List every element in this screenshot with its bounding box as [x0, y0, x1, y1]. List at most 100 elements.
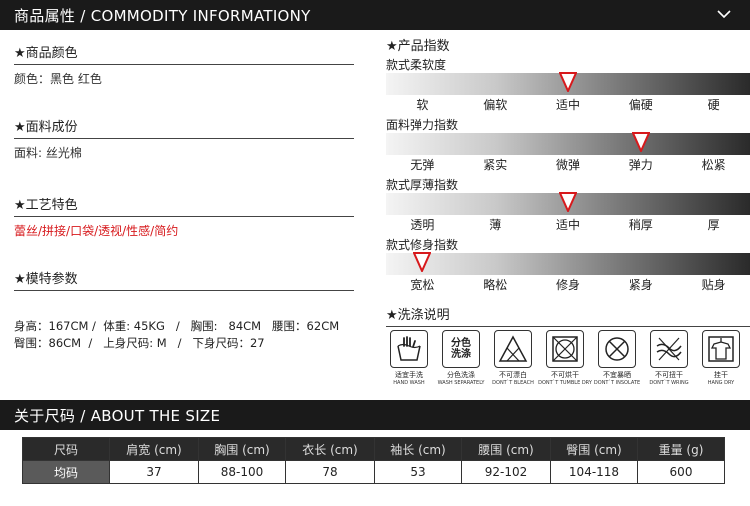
index-scale-label: 软 [416, 98, 429, 112]
wash-label-cn: 不宜暴晒 [603, 371, 631, 379]
index-scale-label: 无弹 [410, 158, 435, 172]
index-scale-label: 适中 [555, 218, 580, 232]
model-section-title: ★模特参数 [14, 268, 354, 291]
indices-title: ★产品指数 [386, 39, 450, 54]
index-marker-icon [413, 252, 432, 272]
index-title: 款式柔软度 [386, 58, 447, 72]
wash-label-en: DONT`T TUMBLE DRY [538, 380, 592, 386]
wash-icons-row: 适宜手洗 HAND WASH 分色 洗涤 分色洗涤 WASH SEPARATELY… [388, 330, 742, 386]
wash-item: 不可漂白 DONT`T BLEACH [492, 330, 534, 386]
commodity-info-header: 商品属性 / COMMODITY INFORMATIONY [0, 0, 750, 30]
color-value: 颜色：黑色 红色 [14, 72, 102, 86]
wash-item: 不宜暴晒 DONT`T INSOLATE [593, 330, 641, 386]
index-title: 款式修身指数 [386, 238, 459, 252]
wash-item: 适宜手洗 HAND WASH [388, 330, 430, 386]
size-table-header: 胸围 (cm) [198, 437, 286, 461]
index-scale-label: 修身 [555, 278, 580, 292]
about-size-title: 关于尺码 / ABOUT THE SIZE [14, 406, 221, 425]
wash-label-en: HANG DRY [707, 380, 735, 386]
size-table-header: 腰围 (cm) [461, 437, 551, 461]
wash-separately-icon: 分色 洗涤 [442, 330, 480, 368]
size-table-cell: 88-100 [198, 460, 286, 484]
index-scale-label: 弹力 [628, 158, 653, 172]
index-scale-label: 微弹 [555, 158, 580, 172]
craft-section-title: ★工艺特色 [14, 194, 354, 217]
size-table-header: 重量 (g) [637, 437, 725, 461]
index-marker-icon [631, 132, 650, 152]
index-scale-label: 略松 [483, 278, 508, 292]
wash-label-cn: 不可扭干 [655, 371, 683, 379]
about-size-header: 关于尺码 / ABOUT THE SIZE [0, 400, 750, 430]
fabric-section-title: ★面料成份 [14, 116, 354, 139]
size-table-header: 尺码 [22, 437, 110, 461]
wash-item: 分色 洗涤 分色洗涤 WASH SEPARATELY [437, 330, 485, 386]
index-scale-label: 宽松 [410, 278, 435, 292]
index-scale-label: 适中 [555, 98, 580, 112]
wash-label-en: DONT`T BLEACH [492, 380, 534, 386]
wash-label-en: DONT`T INSOLATE [593, 380, 641, 386]
no-tumble-dry-icon [546, 330, 584, 368]
index-scale-label: 透明 [410, 218, 435, 232]
fabric-value: 面料: 丝光棉 [14, 146, 82, 160]
size-table-header: 臀围 (cm) [550, 437, 638, 461]
size-table-header: 衣长 (cm) [285, 437, 375, 461]
index-title: 面料弹力指数 [386, 118, 459, 132]
index-scale-labels: 宽松 略松 修身 紧身 贴身 [386, 276, 750, 293]
no-wring-icon [650, 330, 688, 368]
index-scale-labels: 透明 薄 适中 稍厚 厚 [386, 216, 750, 233]
index-scale-label: 薄 [489, 218, 502, 232]
size-table-cell: 92-102 [461, 460, 551, 484]
size-table-cell: 53 [374, 460, 462, 484]
size-table: 尺码 肩宽 (cm) 胸围 (cm) 衣长 (cm) 袖长 (cm) 腰围 (c… [22, 437, 725, 484]
index-gradient-bar [386, 133, 750, 155]
wash-label-cn: 分色洗涤 [447, 371, 475, 379]
hand-wash-icon [390, 330, 428, 368]
index-marker-icon [559, 72, 577, 92]
index-scale-label: 偏软 [483, 98, 508, 112]
size-table-cell: 均码 [22, 460, 110, 484]
hang-dry-icon [702, 330, 740, 368]
index-scale-label: 厚 [707, 218, 720, 232]
wash-item: 挂干 HANG DRY [700, 330, 742, 386]
size-table-header-row: 尺码 肩宽 (cm) 胸围 (cm) 衣长 (cm) 袖长 (cm) 腰围 (c… [22, 437, 725, 461]
size-table-cell: 600 [637, 460, 725, 484]
wash-label-en: WASH SEPARATELY [437, 380, 485, 386]
commodity-info-title: 商品属性 / COMMODITY INFORMATIONY [14, 6, 311, 25]
size-table-cell: 78 [285, 460, 375, 484]
size-table-header: 肩宽 (cm) [109, 437, 199, 461]
index-scale-label: 松紧 [701, 158, 726, 172]
index-title: 款式厚薄指数 [386, 178, 459, 192]
index-marker-icon [559, 192, 577, 212]
index-scale-label: 贴身 [701, 278, 726, 292]
index-gradient-bar [386, 253, 750, 275]
index-scale-label: 硬 [707, 98, 720, 112]
index-scale-labels: 软 偏软 适中 偏硬 硬 [386, 96, 750, 113]
wash-label-cn: 不可烘干 [551, 371, 579, 379]
model-params-line2: 臀围：86CM / 上身尺码: M / 下身尺码：27 [14, 336, 265, 350]
wash-label-en: HAND WASH [393, 380, 425, 386]
model-params-line1: 身高：167CM / 体重: 45KG / 胸围: 84CM 腰围：62CM [14, 319, 340, 333]
color-section-title: ★商品颜色 [14, 42, 354, 65]
index-scale-label: 偏硬 [628, 98, 653, 112]
index-scale-label: 紧实 [483, 158, 508, 172]
no-insolate-icon [598, 330, 636, 368]
index-scale-labels: 无弹 紧实 微弹 弹力 松紧 [386, 156, 750, 173]
index-scale-label: 稍厚 [628, 218, 653, 232]
size-table-cell: 104-118 [550, 460, 638, 484]
index-scale-label: 紧身 [628, 278, 653, 292]
table-row: 均码 37 88-100 78 53 92-102 104-118 600 [22, 460, 725, 484]
size-table-header: 袖长 (cm) [374, 437, 462, 461]
no-bleach-icon [494, 330, 532, 368]
wash-section-title: ★洗涤说明 [386, 304, 750, 327]
chevron-down-icon[interactable] [716, 6, 732, 22]
wash-item: 不可烘干 DONT`T TUMBLE DRY [538, 330, 592, 386]
wash-label-cn: 适宜手洗 [395, 371, 423, 379]
wash-label-cn: 挂干 [714, 371, 728, 379]
size-table-cell: 37 [109, 460, 199, 484]
wash-item: 不可扭干 DONT`T WRING [648, 330, 690, 386]
box-text: 洗涤 [451, 349, 471, 360]
wash-label-en: DONT`T WRING [649, 380, 689, 386]
wash-label-cn: 不可漂白 [499, 371, 527, 379]
craft-value: 蕾丝/拼接/口袋/透视/性感/简约 [14, 224, 179, 238]
box-text: 分色 [451, 338, 471, 349]
